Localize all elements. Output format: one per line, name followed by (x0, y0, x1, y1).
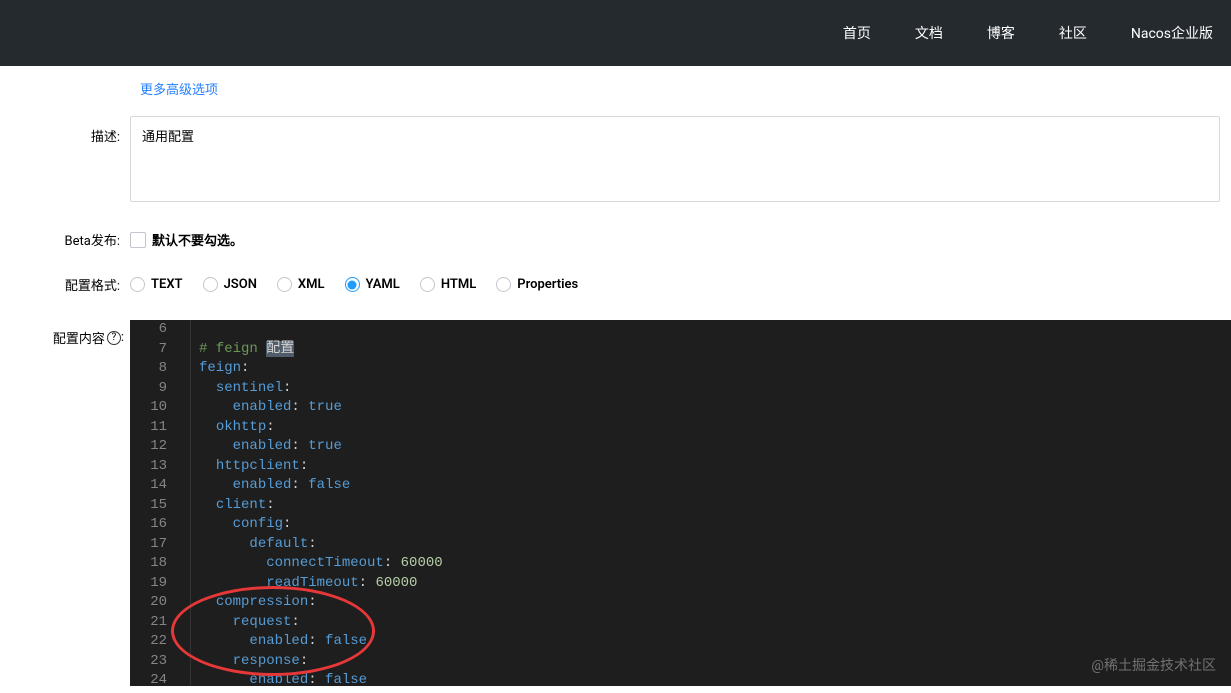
radio-indicator[interactable] (277, 277, 292, 292)
line-number-gutter: 6789101112131415161718192021222324 (130, 320, 177, 686)
more-options-link[interactable]: 更多高级选项 (140, 83, 218, 98)
radio-indicator[interactable] (203, 277, 218, 292)
line-number: 23 (130, 652, 167, 672)
code-editor-container: 6789101112131415161718192021222324 # fei… (130, 320, 1231, 686)
beta-label: Beta发布: (0, 230, 130, 249)
radio-indicator[interactable] (496, 277, 511, 292)
code-line[interactable] (199, 320, 443, 340)
radio-label: XML (298, 277, 325, 292)
line-number: 15 (130, 496, 167, 516)
code-line[interactable]: enabled: true (199, 437, 443, 457)
code-line[interactable]: enabled: false (199, 671, 443, 686)
description-label: 描述: (0, 116, 130, 145)
line-number: 9 (130, 379, 167, 399)
config-content-row: 配置内容 ? : 6789101112131415161718192021222… (0, 320, 1231, 686)
code-line[interactable]: enabled: false (199, 476, 443, 496)
format-radio-json[interactable]: JSON (203, 277, 257, 292)
format-radio-html[interactable]: HTML (420, 277, 476, 292)
code-line[interactable]: # feign 配置 (199, 340, 443, 360)
code-editor[interactable]: 6789101112131415161718192021222324 # fei… (130, 320, 1231, 686)
line-number: 6 (130, 320, 167, 340)
line-number: 22 (130, 632, 167, 652)
line-number: 17 (130, 535, 167, 555)
help-icon[interactable]: ? (107, 331, 121, 345)
line-number: 13 (130, 457, 167, 477)
code-line[interactable]: readTimeout: 60000 (199, 574, 443, 594)
code-line[interactable]: sentinel: (199, 379, 443, 399)
nav-link-home[interactable]: 首页 (843, 23, 871, 43)
code-line[interactable]: okhttp: (199, 418, 443, 438)
code-line[interactable]: compression: (199, 593, 443, 613)
code-line[interactable]: enabled: false (199, 632, 443, 652)
line-number: 20 (130, 593, 167, 613)
code-line[interactable]: connectTimeout: 60000 (199, 554, 443, 574)
line-number: 8 (130, 359, 167, 379)
code-line[interactable]: feign: (199, 359, 443, 379)
line-number: 11 (130, 418, 167, 438)
line-number: 19 (130, 574, 167, 594)
format-row: 配置格式: TEXT JSON XML YAML HTML Properties (0, 275, 1231, 294)
format-radio-group: TEXT JSON XML YAML HTML Properties (130, 277, 578, 292)
nav-link-community[interactable]: 社区 (1059, 23, 1087, 43)
code-area[interactable]: # feign 配置feign: sentinel: enabled: true… (177, 320, 443, 686)
beta-checkbox-label: 默认不要勾选。 (152, 230, 243, 249)
line-number: 7 (130, 340, 167, 360)
radio-label: YAML (366, 277, 400, 292)
radio-label: Properties (517, 277, 578, 292)
beta-row: Beta发布: 默认不要勾选。 (0, 230, 1231, 249)
format-radio-properties[interactable]: Properties (496, 277, 578, 292)
radio-label: HTML (441, 277, 476, 292)
format-radio-text[interactable]: TEXT (130, 277, 183, 292)
radio-indicator[interactable] (130, 277, 145, 292)
line-number: 14 (130, 476, 167, 496)
nav-links: 首页 文档 博客 社区 Nacos企业版 (843, 23, 1213, 43)
radio-label: JSON (224, 277, 257, 292)
format-radio-xml[interactable]: XML (277, 277, 325, 292)
line-number: 18 (130, 554, 167, 574)
code-line[interactable]: config: (199, 515, 443, 535)
line-number: 10 (130, 398, 167, 418)
line-number: 12 (130, 437, 167, 457)
description-row: 描述: (0, 116, 1231, 206)
code-line[interactable]: client: (199, 496, 443, 516)
line-number: 16 (130, 515, 167, 535)
nav-link-blog[interactable]: 博客 (987, 23, 1015, 43)
code-line[interactable]: enabled: true (199, 398, 443, 418)
radio-indicator[interactable] (345, 277, 360, 292)
description-input[interactable] (130, 116, 1220, 202)
line-number: 21 (130, 613, 167, 633)
code-line[interactable]: default: (199, 535, 443, 555)
content-area: 更多高级选项 描述: Beta发布: 默认不要勾选。 配置格式: TEXT JSO… (0, 66, 1231, 686)
more-options: 更多高级选项 (140, 66, 1231, 116)
line-number: 24 (130, 671, 167, 686)
nav-link-enterprise[interactable]: Nacos企业版 (1131, 23, 1213, 43)
nav-link-docs[interactable]: 文档 (915, 23, 943, 43)
format-label: 配置格式: (0, 275, 130, 294)
config-content-label: 配置内容 ? : (0, 320, 130, 347)
beta-checkbox[interactable] (130, 232, 146, 248)
radio-label: TEXT (151, 277, 183, 292)
radio-indicator[interactable] (420, 277, 435, 292)
code-line[interactable]: request: (199, 613, 443, 633)
format-radio-yaml[interactable]: YAML (345, 277, 400, 292)
code-line[interactable]: httpclient: (199, 457, 443, 477)
top-nav: 首页 文档 博客 社区 Nacos企业版 (0, 0, 1231, 66)
code-line[interactable]: response: (199, 652, 443, 672)
